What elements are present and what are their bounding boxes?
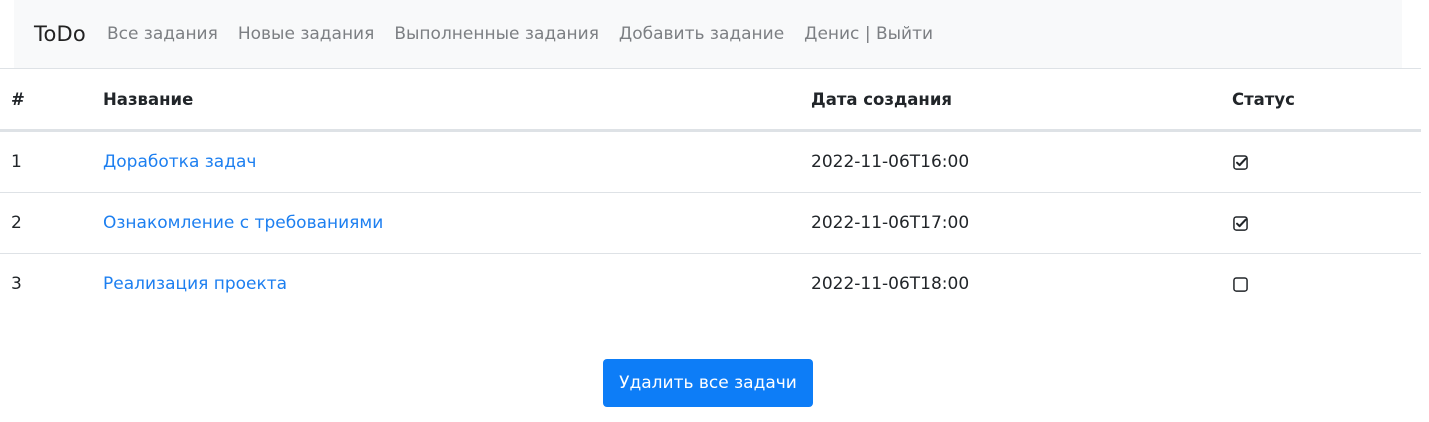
row-created: 2022-11-06T17:00: [811, 192, 1232, 254]
nav-links: Все задания Новые задания Выполненные за…: [97, 24, 943, 44]
row-status-cell: [1232, 192, 1421, 254]
logout-label: Выйти: [875, 24, 934, 44]
row-num: 2: [0, 192, 103, 254]
row-status-cell: [1232, 130, 1421, 193]
header-title: Название: [103, 68, 811, 132]
table-row: 2 Ознакомление с требованиями 2022-11-06…: [0, 192, 1421, 254]
delete-all-tasks-button[interactable]: Удалить все задачи: [603, 359, 813, 407]
nav-new-tasks[interactable]: Новые задания: [228, 24, 385, 44]
header-num: #: [0, 68, 103, 132]
checkbox-checked-icon[interactable]: [1233, 215, 1248, 231]
row-title-cell: Реализация проекта: [103, 254, 811, 315]
task-link[interactable]: Ознакомление с требованиями: [103, 213, 383, 233]
row-num: 1: [0, 130, 103, 193]
checkbox-checked-icon[interactable]: [1233, 154, 1248, 170]
table-row: 1 Доработка задач 2022-11-06T16:00: [0, 130, 1421, 193]
brand-link[interactable]: ToDo: [34, 22, 86, 46]
row-title-cell: Ознакомление с требованиями: [103, 192, 811, 254]
table-header-row: # Название Дата создания Статус: [0, 68, 1421, 132]
user-name: Денис: [804, 24, 860, 44]
nav-all-tasks[interactable]: Все задания: [97, 24, 228, 44]
header-created: Дата создания: [811, 68, 1232, 132]
nav-user-logout[interactable]: Денис | Выйти: [794, 24, 943, 44]
nav-completed-tasks[interactable]: Выполненные задания: [384, 24, 609, 44]
nav-add-task[interactable]: Добавить задание: [609, 24, 794, 44]
table-row: 3 Реализация проекта 2022-11-06T18:00: [0, 254, 1421, 315]
row-created: 2022-11-06T16:00: [811, 130, 1232, 193]
row-status-cell: [1232, 254, 1421, 315]
nav-separator: |: [864, 24, 871, 44]
row-created: 2022-11-06T18:00: [811, 274, 970, 294]
task-link[interactable]: Доработка задач: [103, 152, 256, 172]
tasks-table: # Название Дата создания Статус 1 Дорабо…: [0, 68, 1421, 314]
row-title-cell: Доработка задач: [103, 130, 811, 193]
checkbox-unchecked-icon[interactable]: [1233, 276, 1248, 292]
header-status: Статус: [1232, 68, 1421, 132]
tasks-table-container: # Название Дата создания Статус 1 Дорабо…: [0, 68, 1421, 314]
row-num: 3: [11, 274, 22, 294]
navbar: ToDo Все задания Новые задания Выполненн…: [14, 0, 1402, 68]
task-link[interactable]: Реализация проекта: [103, 274, 287, 294]
